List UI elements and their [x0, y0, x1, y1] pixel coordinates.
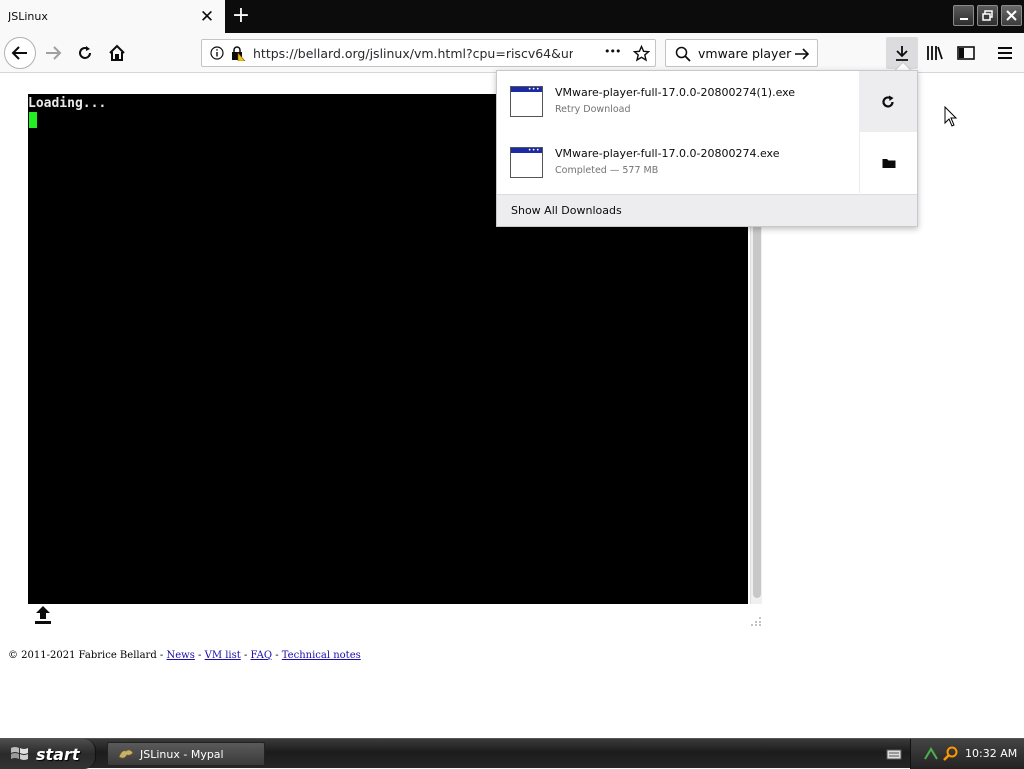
taskbar: start JSLinux - Mypal 10:32 AM — [0, 738, 1024, 769]
reload-icon — [79, 46, 91, 59]
search-icon — [675, 46, 691, 62]
retry-download-button[interactable] — [859, 71, 917, 132]
download-item[interactable]: ••• VMware-player-full-17.0.0-20800274(1… — [497, 71, 917, 132]
tab-jslinux[interactable]: JSLinux ✕ — [0, 0, 225, 33]
taskbar-item-label: JSLinux - Mypal — [140, 747, 224, 761]
footer-link-vm-list[interactable]: VM list — [205, 650, 241, 661]
keyboard-icon[interactable] — [886, 747, 902, 761]
folder-icon — [882, 158, 895, 168]
page-actions-button[interactable]: ••• — [604, 45, 621, 58]
url-text: https://bellard.org/jslinux/vm.html?cpu=… — [253, 46, 573, 61]
window-close-button[interactable] — [1001, 5, 1022, 26]
download-icon — [896, 46, 908, 61]
tray-search-icon[interactable] — [943, 746, 959, 762]
mypal-app-icon — [118, 749, 134, 759]
tab-strip: JSLinux ✕ + — [0, 0, 1024, 33]
network-icon[interactable] — [923, 746, 939, 762]
system-tray: 10:32 AM — [886, 739, 1024, 769]
search-bar[interactable]: vmware player — [665, 39, 818, 67]
navigation-toolbar: https://bellard.org/jslinux/vm.html?cpu=… — [0, 33, 1024, 73]
footer-link-faq[interactable]: FAQ — [251, 650, 273, 661]
bookmark-star-icon[interactable] — [633, 45, 650, 62]
sidebar-icon — [957, 46, 975, 60]
footer-link-news[interactable]: News — [166, 650, 194, 661]
home-icon — [109, 44, 125, 61]
back-button[interactable] — [4, 37, 36, 69]
back-arrow-icon — [11, 46, 27, 60]
retry-icon — [882, 95, 894, 108]
close-icon — [1006, 10, 1017, 21]
download-item[interactable]: ••• VMware-player-full-17.0.0-20800274.e… — [497, 132, 917, 193]
menu-button[interactable] — [990, 38, 1020, 68]
footer-separator: - — [240, 650, 251, 661]
executable-file-icon: ••• — [510, 86, 543, 117]
terminal-cursor — [29, 112, 37, 128]
home-button[interactable] — [102, 38, 132, 68]
upload-icon[interactable] — [32, 604, 54, 626]
downloads-panel: ••• VMware-player-full-17.0.0-20800274(1… — [496, 70, 918, 227]
start-button[interactable]: start — [0, 739, 96, 769]
download-status: Completed — 577 MB — [555, 165, 659, 176]
show-all-downloads-button[interactable]: Show All Downloads — [497, 194, 917, 226]
library-icon — [927, 46, 943, 60]
mouse-cursor-icon — [944, 106, 958, 127]
library-button[interactable] — [920, 38, 950, 68]
restore-icon — [982, 10, 993, 21]
download-status: Retry Download — [555, 104, 631, 115]
insecure-lock-icon[interactable] — [230, 45, 246, 61]
open-containing-folder-button[interactable] — [859, 132, 917, 193]
terminal-output: Loading... — [28, 96, 107, 111]
url-bar[interactable]: https://bellard.org/jslinux/vm.html?cpu=… — [201, 39, 656, 67]
page-footer: © 2011-2021 Fabrice Bellard - News - VM … — [8, 650, 361, 661]
resize-grip-icon[interactable] — [750, 614, 762, 626]
reload-button[interactable] — [70, 38, 100, 68]
start-label: start — [36, 744, 80, 764]
new-tab-button[interactable]: + — [229, 4, 253, 28]
tab-close-icon[interactable]: ✕ — [197, 7, 217, 27]
download-filename: VMware-player-full-17.0.0-20800274.exe — [555, 147, 780, 160]
restore-button[interactable] — [977, 5, 998, 26]
minimize-button[interactable] — [953, 5, 974, 26]
windows-logo-icon — [11, 747, 28, 760]
search-input[interactable]: vmware player — [698, 46, 791, 61]
hamburger-menu-icon — [998, 47, 1012, 59]
footer-separator: - — [194, 650, 205, 661]
search-go-icon[interactable] — [794, 46, 810, 62]
taskbar-item-mypal[interactable]: JSLinux - Mypal — [107, 742, 265, 766]
tab-title: JSLinux — [8, 10, 48, 23]
clock: 10:32 AM — [965, 747, 1018, 760]
executable-file-icon: ••• — [510, 147, 543, 178]
forward-arrow-icon — [46, 46, 62, 60]
footer-link-technical-notes[interactable]: Technical notes — [282, 650, 361, 661]
forward-button[interactable] — [38, 38, 68, 68]
minimize-icon — [959, 17, 968, 20]
download-filename: VMware-player-full-17.0.0-20800274(1).ex… — [555, 86, 796, 99]
footer-separator: - — [272, 650, 282, 661]
info-icon[interactable] — [210, 46, 224, 60]
show-all-downloads-label: Show All Downloads — [511, 204, 622, 217]
sidebar-button[interactable] — [951, 38, 981, 68]
copyright-text: © 2011-2021 Fabrice Bellard - — [8, 650, 167, 661]
